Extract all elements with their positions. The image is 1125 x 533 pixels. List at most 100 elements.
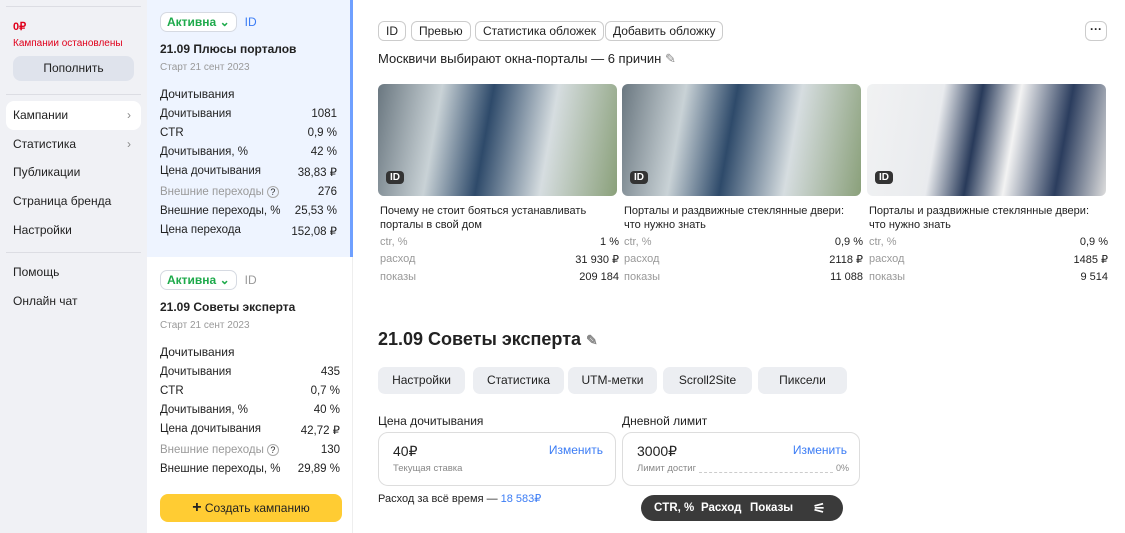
cover-caption: Почему не стоит бояться устанавливать по… xyxy=(380,205,587,231)
sidebar-item-brand-page[interactable]: Страница бренда xyxy=(6,187,141,216)
cover-image[interactable]: ID xyxy=(622,84,861,196)
campaign-card[interactable]: Активна ⌄ ID 21.09 Плюсы порталов Старт 2… xyxy=(147,0,353,257)
plus-icon: + xyxy=(192,499,202,516)
value: 0,9 % xyxy=(834,236,863,248)
stat-row: Дочитывания 435 xyxy=(160,366,340,378)
stat-row: Внешние переходы? 276 xyxy=(160,186,337,198)
sidebar: 0₽ Кампании остановлены Пополнить Кампан… xyxy=(0,0,147,533)
label-text: Цена дочитывания xyxy=(160,423,262,435)
change-bid-link[interactable]: Изменить xyxy=(549,443,603,457)
stat-row: Цена дочитывания 42,72 ₽ xyxy=(160,423,340,437)
stat-value: 0,9 % xyxy=(307,127,337,139)
status-dropdown[interactable]: Активна ⌄ xyxy=(160,270,237,290)
pixels-button[interactable]: Пиксели xyxy=(758,367,847,394)
stat-label: Внешние переходы? xyxy=(160,186,279,198)
metric-views[interactable]: Показы xyxy=(750,495,793,521)
settings-button[interactable]: Настройки xyxy=(378,367,465,394)
stat-row: Внешние переходы, % 25,53 % xyxy=(160,205,337,217)
metric-ctr[interactable]: CTR, % xyxy=(654,495,694,521)
label: показы xyxy=(869,271,906,283)
label: ctr, % xyxy=(380,236,408,248)
stat-value: 152,08 ₽ xyxy=(291,226,337,238)
create-campaign-button[interactable]: + Создать кампанию xyxy=(160,494,342,522)
topup-button[interactable]: Пополнить xyxy=(13,56,134,81)
campaigns-status: Кампании остановлены xyxy=(13,38,123,49)
scroll2site-button[interactable]: Scroll2Site xyxy=(663,367,752,394)
sidebar-item-campaigns[interactable]: Кампании › xyxy=(6,101,141,130)
id-badge: ID xyxy=(386,171,404,184)
label: показы xyxy=(380,271,417,283)
status-dropdown[interactable]: Активна ⌄ xyxy=(160,12,237,32)
campaign-card[interactable]: Активна ⌄ ID 21.09 Советы эксперта Старт … xyxy=(147,258,353,483)
statistics-button[interactable]: Статистика xyxy=(473,367,564,394)
value: 1 % xyxy=(600,236,619,248)
label: ctr, % xyxy=(869,236,897,248)
pill-preview[interactable]: Превью xyxy=(411,21,471,41)
campaign-heading: 21.09 Советы эксперта ✎ xyxy=(378,329,598,350)
pill-id[interactable]: ID xyxy=(378,21,406,41)
label-text: Внешние переходы xyxy=(160,186,264,198)
limit-box: 3000₽ Изменить Лимит достиг 0% xyxy=(622,432,860,486)
pencil-icon[interactable]: ✎ xyxy=(665,51,676,66)
metric-spend[interactable]: Расход xyxy=(701,495,741,521)
divider xyxy=(6,252,141,253)
more-button[interactable]: ··· xyxy=(1085,21,1107,41)
cover-ctr: ctr, % 1 % xyxy=(380,236,619,248)
id-link[interactable]: ID xyxy=(245,15,257,29)
sidebar-item-settings[interactable]: Настройки xyxy=(6,216,141,245)
stat-row: Внешние переходы? 130 xyxy=(160,444,340,456)
value: 1485 ₽ xyxy=(1073,254,1108,266)
pill-cover-stats[interactable]: Статистика обложек xyxy=(475,21,604,41)
label-text: Дочитывания, % xyxy=(160,404,249,416)
limit-sub: Лимит достиг xyxy=(637,463,697,474)
cover-caption: Порталы и раздвижные стеклянные двери: ч… xyxy=(869,205,1089,231)
stat-row: CTR 0,9 % xyxy=(160,127,337,139)
stat-value: 276 xyxy=(317,186,337,198)
limit-progress xyxy=(699,472,833,473)
stat-value: 435 xyxy=(320,366,340,378)
stat-value: 42,72 ₽ xyxy=(300,425,340,437)
campaign-title: 21.09 Советы эксперта xyxy=(160,300,296,314)
chevron-right-icon: › xyxy=(127,108,131,122)
stat-row: Дочитывания, % 40 % xyxy=(160,404,340,416)
utm-button[interactable]: UTM-метки xyxy=(568,367,657,394)
cover-image[interactable]: ID xyxy=(378,84,617,196)
stats-heading: Дочитывания xyxy=(160,87,235,101)
online-chat-link[interactable]: Онлайн чат xyxy=(6,287,141,316)
sliders-icon[interactable]: ⚟ xyxy=(813,495,826,521)
pill-add-cover[interactable]: Добавить обложку xyxy=(605,21,724,41)
sidebar-item-publications[interactable]: Публикации xyxy=(6,158,141,187)
title: 21.09 Советы эксперта xyxy=(378,329,582,349)
cover-views: показы 209 184 xyxy=(380,271,619,283)
label-text: Внешние переходы, % xyxy=(160,463,281,475)
campaign-start: Старт 21 сент 2023 xyxy=(160,320,250,331)
stat-value: 1081 xyxy=(311,108,337,120)
label: показы xyxy=(624,271,661,283)
sidebar-item-statistics[interactable]: Статистика › xyxy=(6,130,141,159)
stat-value: 25,53 % xyxy=(294,205,337,217)
value: 11 088 xyxy=(830,271,863,283)
cover-image[interactable]: ID xyxy=(867,84,1106,196)
limit-value: 3000₽ xyxy=(637,443,678,459)
help-icon[interactable]: ? xyxy=(266,444,279,456)
stat-label: Дочитывания xyxy=(160,366,231,378)
campaign-start: Старт 21 сент 2023 xyxy=(160,62,250,73)
status-label: Активна xyxy=(167,273,217,287)
stat-label: Внешние переходы, % xyxy=(160,463,281,475)
total-spend: Расход за всё время — 18 583₽ xyxy=(378,492,541,505)
cover-views: показы 9 514 xyxy=(869,271,1108,283)
stats-heading: Дочитывания xyxy=(160,345,235,359)
campaign-list: Активна ⌄ ID 21.09 Плюсы порталов Старт 2… xyxy=(147,0,353,533)
help-link[interactable]: Помощь xyxy=(6,258,141,287)
id-link[interactable]: ID xyxy=(245,273,257,287)
stat-label: CTR xyxy=(160,127,184,139)
bid-sub: Текущая ставка xyxy=(393,463,463,474)
stat-label: CTR xyxy=(160,385,184,397)
stat-label: Дочитывания, % xyxy=(160,404,248,416)
bid-value: 40₽ xyxy=(393,443,418,459)
pencil-icon[interactable]: ✎ xyxy=(586,332,598,348)
change-limit-link[interactable]: Изменить xyxy=(793,443,847,457)
help-icon[interactable]: ? xyxy=(266,186,279,198)
label-text: Цена перехода xyxy=(160,224,241,236)
value: 0,9 % xyxy=(1079,236,1108,248)
